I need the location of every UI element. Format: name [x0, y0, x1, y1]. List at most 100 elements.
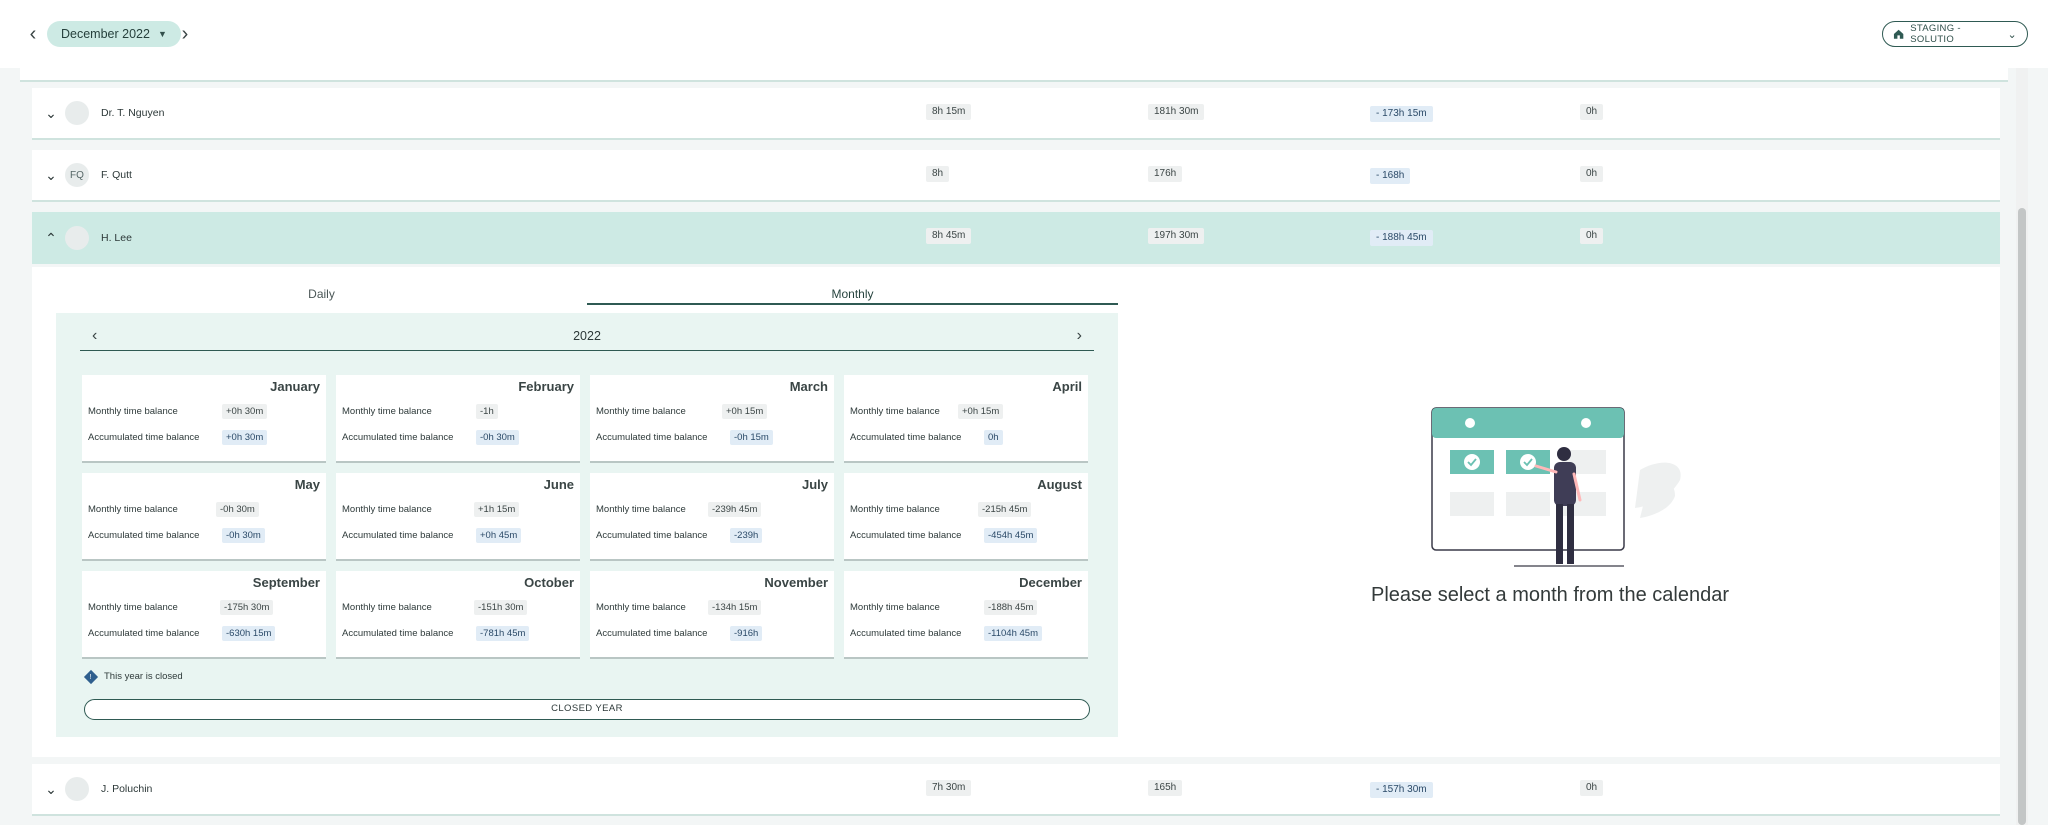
year-closed-note: ! This year is closed	[83, 669, 183, 684]
accumulated-balance-value: -0h 30m	[476, 430, 519, 445]
accumulated-balance-value: -781h 45m	[476, 626, 530, 641]
monthly-balance-label: Monthly time balance	[850, 504, 940, 515]
month-name: June	[543, 477, 574, 492]
month-name: November	[764, 575, 828, 590]
monthly-balance-value: +0h 30m	[222, 404, 268, 419]
month-name: January	[270, 379, 320, 394]
month-name: August	[1037, 477, 1082, 492]
next-year-icon[interactable]: ›	[1077, 327, 1082, 345]
chevron-up-icon[interactable]: ⌃	[42, 230, 60, 247]
month-card[interactable]: February Monthly time balance -1h Accumu…	[336, 375, 580, 463]
tab-monthly[interactable]: Monthly	[587, 281, 1118, 305]
monthly-balance-value: -175h 30m	[220, 600, 274, 615]
info-diamond-icon: !	[83, 669, 99, 684]
month-card[interactable]: December Monthly time balance -188h 45m …	[844, 571, 1088, 659]
monthly-balance-label: Monthly time balance	[342, 602, 432, 613]
top-bar: ‹ December 2022 ▼ › STAGING - SOLUTIO ⌄	[0, 0, 2048, 68]
accumulated-balance-label: Accumulated time balance	[342, 530, 454, 541]
accumulated-balance-label: Accumulated time balance	[342, 628, 454, 639]
monthly-balance-value: -215h 45m	[978, 502, 1032, 517]
accumulated-balance-value: -454h 45m	[984, 528, 1038, 543]
monthly-balance-value: -0h 30m	[216, 502, 259, 517]
accumulated-balance-label: Accumulated time balance	[342, 432, 454, 443]
accumulated-balance-label: Accumulated time balance	[850, 628, 962, 639]
month-card[interactable]: October Monthly time balance -151h 30m A…	[336, 571, 580, 659]
month-card[interactable]: November Monthly time balance -134h 15m …	[590, 571, 834, 659]
monthly-balance-value: -239h 45m	[708, 502, 762, 517]
accumulated-balance-label: Accumulated time balance	[596, 628, 708, 639]
next-month-icon[interactable]: ›	[175, 22, 195, 46]
calendar-illustration	[1431, 407, 1681, 567]
month-card[interactable]: June Monthly time balance +1h 15m Accumu…	[336, 473, 580, 561]
accumulated-balance-label: Accumulated time balance	[596, 432, 708, 443]
accumulated-balance-value: -0h 30m	[222, 528, 265, 543]
avatar: FQ	[65, 163, 89, 187]
employee-row[interactable]: ⌃ H. Lee 8h 45m 197h 30m - 188h 45m 0h	[32, 212, 2000, 264]
month-card[interactable]: January Monthly time balance +0h 30m Acc…	[82, 375, 326, 463]
employee-row[interactable]: ⌄ J. Poluchin 7h 30m 165h - 157h 30m 0h	[32, 764, 2000, 816]
accumulated-balance-value: +0h 45m	[476, 528, 522, 543]
accumulated-balance-label: Accumulated time balance	[88, 432, 200, 443]
accumulated-balance-label: Accumulated time balance	[88, 628, 200, 639]
month-card[interactable]: July Monthly time balance -239h 45m Accu…	[590, 473, 834, 561]
month-name: July	[801, 477, 828, 492]
environment-selector[interactable]: STAGING - SOLUTIO ⌄	[1882, 21, 2028, 47]
month-name: September	[252, 575, 320, 590]
monthly-balance-label: Monthly time balance	[88, 504, 178, 515]
tab-daily[interactable]: Daily	[56, 281, 587, 305]
employee-row[interactable]: ⌄ FQ F. Qutt 8h 176h - 168h 0h	[32, 150, 2000, 202]
month-name: February	[518, 379, 574, 394]
accumulated-balance-label: Accumulated time balance	[850, 432, 962, 443]
accumulated-balance-value: -916h	[730, 626, 763, 641]
prev-year-icon[interactable]: ‹	[92, 327, 97, 345]
month-card[interactable]: April Monthly time balance +0h 15m Accum…	[844, 375, 1088, 463]
scrollbar-thumb[interactable]	[2018, 208, 2026, 825]
balance-chip: - 157h 30m	[1370, 782, 1433, 798]
accumulated-balance-value: -630h 15m	[222, 626, 276, 641]
monthly-balance-label: Monthly time balance	[850, 602, 940, 613]
month-selector[interactable]: December 2022 ▼	[47, 21, 181, 47]
chevron-down-icon[interactable]: ⌄	[42, 105, 60, 122]
month-card[interactable]: May Monthly time balance -0h 30m Accumul…	[82, 473, 326, 561]
prev-month-icon[interactable]: ‹	[23, 22, 43, 46]
month-name: March	[789, 379, 828, 394]
monthly-target-chip: 165h	[1148, 780, 1183, 796]
monthly-balance-label: Monthly time balance	[850, 406, 940, 417]
monthly-balance-label: Monthly time balance	[596, 406, 686, 417]
daily-target-chip: 8h 45m	[926, 228, 972, 244]
closed-year-button[interactable]: CLOSED YEAR	[84, 699, 1090, 720]
chevron-down-icon[interactable]: ⌄	[42, 781, 60, 798]
monthly-balance-value: +0h 15m	[958, 404, 1004, 419]
month-name: April	[1052, 379, 1082, 394]
overtime-chip: 0h	[1580, 228, 1604, 244]
overtime-chip: 0h	[1580, 780, 1604, 796]
chevron-down-icon: ⌄	[2007, 28, 2017, 41]
chevron-down-icon[interactable]: ⌄	[42, 167, 60, 184]
overtime-chip: 0h	[1580, 166, 1604, 182]
scrollbar[interactable]	[2016, 68, 2028, 825]
balance-chip: - 168h	[1370, 168, 1411, 184]
month-card[interactable]: March Monthly time balance +0h 15m Accum…	[590, 375, 834, 463]
avatar	[65, 101, 89, 125]
accumulated-balance-value: -0h 15m	[730, 430, 773, 445]
accumulated-balance-value: +0h 30m	[222, 430, 268, 445]
month-card[interactable]: August Monthly time balance -215h 45m Ac…	[844, 473, 1088, 561]
employee-name: Dr. T. Nguyen	[101, 107, 165, 119]
accumulated-balance-label: Accumulated time balance	[596, 530, 708, 541]
monthly-balance-label: Monthly time balance	[342, 504, 432, 515]
monthly-balance-value: +1h 15m	[474, 502, 520, 517]
monthly-target-chip: 181h 30m	[1148, 104, 1205, 120]
monthly-balance-value: +0h 15m	[722, 404, 768, 419]
employee-row[interactable]: ⌄ Dr. T. Nguyen 8h 15m 181h 30m - 173h 1…	[32, 88, 2000, 140]
balance-chip: - 188h 45m	[1370, 230, 1433, 246]
month-name: October	[524, 575, 574, 590]
previous-row-edge	[20, 68, 2008, 82]
daily-target-chip: 8h	[926, 166, 950, 182]
accumulated-balance-label: Accumulated time balance	[850, 530, 962, 541]
year-closed-text: This year is closed	[104, 671, 183, 682]
detail-tabs: Daily Monthly	[56, 281, 1118, 305]
month-card[interactable]: September Monthly time balance -175h 30m…	[82, 571, 326, 659]
balance-chip: - 173h 15m	[1370, 106, 1433, 122]
caret-down-icon: ▼	[157, 29, 167, 39]
year-label: 2022	[573, 328, 601, 343]
